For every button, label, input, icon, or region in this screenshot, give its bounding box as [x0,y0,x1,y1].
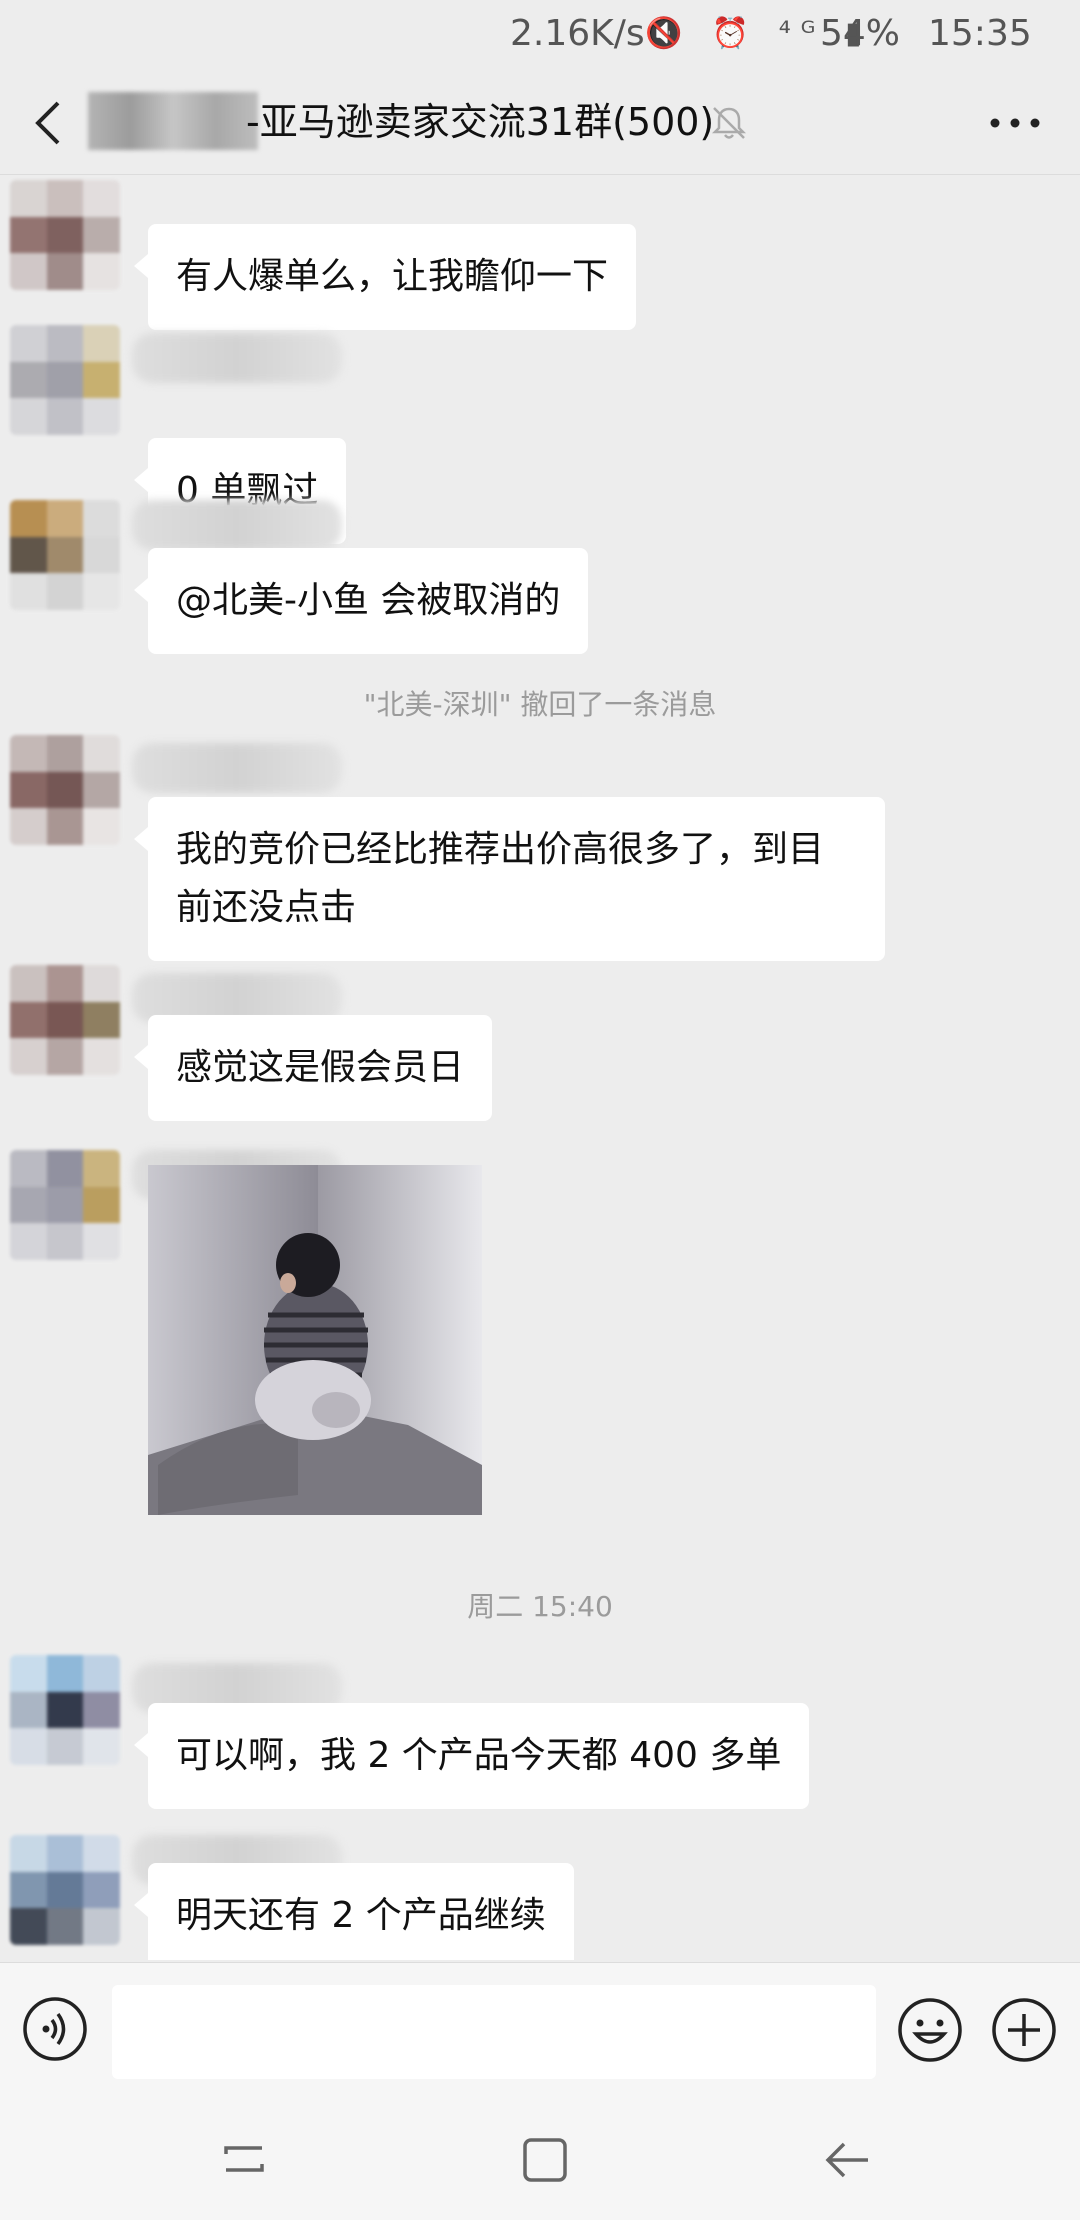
message-list[interactable]: 有人爆单么，让我瞻仰一下 0 单飘过 @北美-小鱼 会被取消的 "北美-深圳" … [0,175,1080,1960]
message-text: 有人爆单么，让我瞻仰一下 [176,256,609,297]
child-in-corner-photo [148,1165,482,1515]
message-bubble[interactable]: 明天还有 2 个产品继续 [134,1863,574,1960]
nickname-redacted [132,500,342,550]
avatar[interactable] [10,180,120,290]
system-nav-bar [0,2100,1080,2220]
emoji-icon[interactable] [896,1996,964,2064]
avatar[interactable] [10,965,120,1075]
chat-header: -亚马逊卖家交流31群(500) [0,70,1080,175]
avatar[interactable] [10,735,120,845]
message-bubble[interactable]: 可以啊，我 2 个产品今天都 400 多单 [133,1703,810,1809]
message-bubble[interactable]: 我的竞价已经比推荐出价高很多了，到目 前还没点击 [134,797,885,961]
message-bubble[interactable]: @北美-小鱼 会被取消的 [133,548,589,654]
nickname-redacted [132,333,342,383]
mute-bell-icon [711,107,747,139]
avatar[interactable] [10,325,120,435]
voice-icon[interactable] [22,1996,88,2062]
avatar[interactable] [10,1835,120,1945]
status-bar: 2.16K/s 🔇 ⏰ ⁴ᴳ ▮ 54% 15:35 [0,0,1080,70]
clock: 15:35 [928,13,1032,54]
message-text: 可以啊，我 2 个产品今天都 400 多单 [176,1735,782,1776]
home-icon[interactable] [515,2130,575,2190]
chat-title[interactable]: -亚马逊卖家交流31群(500) [246,94,714,150]
avatar[interactable] [10,500,120,610]
input-bar [0,1962,1080,2101]
more-icon[interactable] [985,108,1045,138]
group-name-redacted [88,92,258,150]
time-separator: 周二 15:40 [467,1590,613,1623]
back-icon[interactable] [28,98,68,148]
nickname-redacted [132,743,342,793]
message-bubble[interactable]: 感觉这是假会员日 [133,1015,493,1121]
back-nav-icon[interactable] [818,2130,878,2190]
avatar[interactable] [10,1655,120,1765]
message-text: 感觉这是假会员日 [176,1047,465,1088]
message-text: 明天还有 2 个产品继续 [176,1895,546,1936]
battery-level: 54% [820,13,901,54]
recent-apps-icon[interactable] [214,2130,274,2190]
message-bubble[interactable]: 有人爆单么，让我瞻仰一下 [133,224,637,330]
message-input[interactable] [112,1985,876,2079]
network-speed: 2.16K/s [510,13,645,54]
recall-notice: "北美-深圳" 撤回了一条消息 [363,688,717,721]
avatar[interactable] [10,1150,120,1260]
message-text-line1: 我的竞价已经比推荐出价高很多了，到目 [176,829,825,870]
message-text-line2: 前还没点击 [176,887,357,928]
message-text: @北美-小鱼 会被取消的 [176,580,561,621]
plus-icon[interactable] [990,1996,1058,2064]
image-message[interactable] [148,1165,482,1515]
